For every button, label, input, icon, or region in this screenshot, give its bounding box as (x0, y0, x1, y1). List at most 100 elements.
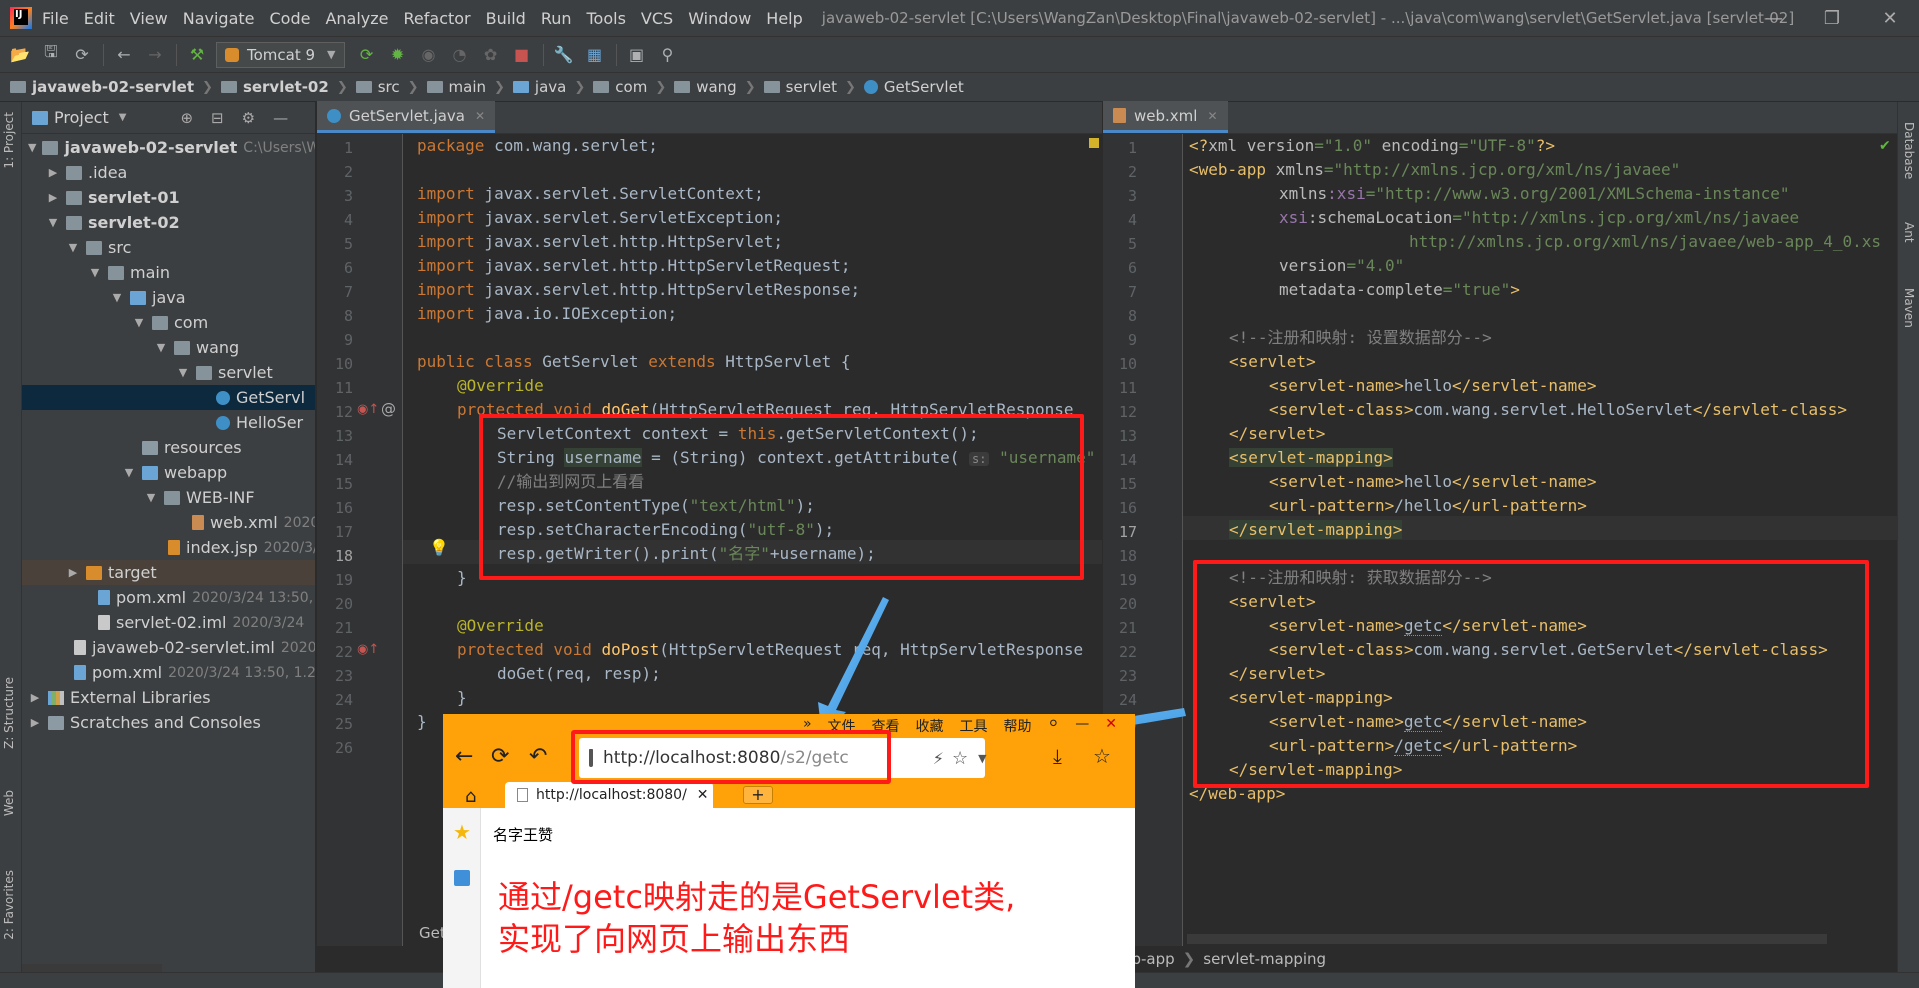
wrench-settings-icon[interactable]: 🔧 (552, 43, 576, 67)
tree-item[interactable]: pom.xml 2020/3/24 13:50, 1.22 (22, 660, 315, 685)
tab-database[interactable]: Database (1902, 122, 1916, 179)
horizontal-scrollbar[interactable] (1187, 934, 1827, 944)
xml-code-editor[interactable]: ✔ 1 2 3 4 5 6 7 8 9 10 11 12 13 14 15 16… (1103, 134, 1897, 946)
tree-item[interactable]: ▶ target (22, 560, 315, 585)
close-icon[interactable]: ✕ (1105, 716, 1117, 736)
collapse-all-icon[interactable]: ⊟ (211, 109, 224, 127)
menu-view[interactable]: View (130, 9, 168, 28)
project-title[interactable]: Project (54, 108, 109, 127)
breadcrumb-item[interactable]: servlet (763, 78, 837, 96)
attach-icon[interactable]: ✿ (479, 43, 503, 67)
gear-icon[interactable]: ⚙ (242, 109, 255, 127)
tree-item[interactable]: ▼ com (22, 310, 315, 335)
horizontal-scrollbar[interactable] (22, 964, 162, 972)
tab-structure[interactable]: Z: Structure (2, 677, 16, 749)
tree-item[interactable]: servlet-02.iml 2020/3/24 (22, 610, 315, 635)
menu-window[interactable]: Window (688, 9, 751, 28)
tree-item[interactable]: GetServl (22, 385, 315, 410)
tree-item[interactable]: resources (22, 435, 315, 460)
profile-icon[interactable]: ◔ (448, 43, 472, 67)
star-outline-icon[interactable]: ☆ (952, 748, 968, 769)
tree-item[interactable]: ▼ servlet (22, 360, 315, 385)
hide-minus-icon[interactable]: — (273, 109, 288, 127)
override-gutter-icon[interactable]: ◉↑ (357, 402, 379, 417)
menu-refactor[interactable]: Refactor (404, 9, 471, 28)
tree-item[interactable]: ▼ WEB-INF (22, 485, 315, 510)
chevron-down-icon[interactable]: ▼ (978, 752, 986, 765)
new-tab-button[interactable]: + (743, 786, 773, 804)
terminal-window-icon[interactable]: ▣ (625, 43, 649, 67)
lightning-icon[interactable]: ⚡ (933, 749, 944, 768)
tree-item[interactable]: ▼ servlet-02 (22, 210, 315, 235)
restore-button[interactable]: ❐ (1803, 0, 1861, 36)
tree-item[interactable]: ▶ Scratches and Consoles (22, 710, 315, 735)
forward-arrow-icon[interactable]: → (143, 43, 167, 67)
tree-item[interactable]: HelloSer (22, 410, 315, 435)
annotation-gutter-icon[interactable]: @ (381, 400, 396, 418)
debug-bug-icon[interactable]: ✹ (386, 43, 410, 67)
tree-item[interactable]: javaweb-02-servlet.iml2020/3 (22, 635, 315, 660)
override-gutter-icon[interactable]: ◉↑ (357, 642, 379, 657)
download-icon[interactable]: ⤓ (1053, 744, 1062, 768)
menu-edit[interactable]: Edit (84, 9, 115, 28)
breadcrumb-item[interactable]: main (426, 78, 486, 96)
breadcrumb-item[interactable]: com (593, 78, 647, 96)
tree-item[interactable]: ▼ wang (22, 335, 315, 360)
breadcrumb-item[interactable]: wang (674, 78, 737, 96)
tree-item[interactable]: ▼javaweb-02-servletC:\Users\Wa (22, 135, 315, 160)
tree-item[interactable]: ▼ webapp (22, 460, 315, 485)
sync-icon[interactable]: ⟳ (70, 43, 94, 67)
locate-target-icon[interactable]: ⊕ (180, 109, 193, 127)
close-icon[interactable]: ✕ (1207, 109, 1217, 123)
tree-item[interactable]: ▼ main (22, 260, 315, 285)
warning-marker-icon[interactable] (1089, 138, 1099, 148)
shirt-skin-icon[interactable]: ⚪ (1048, 716, 1060, 736)
coverage-icon[interactable]: ◉ (417, 43, 441, 67)
tab-web-xml[interactable]: web.xml ✕ (1103, 101, 1228, 133)
breadcrumb-item[interactable]: GetServlet (863, 78, 964, 96)
xml-crumb-item[interactable]: servlet-mapping (1203, 950, 1326, 968)
tree-item[interactable]: web.xml2020/ (22, 510, 315, 535)
browser-menu-tools[interactable]: 工具 (960, 716, 988, 736)
search-icon[interactable]: ⚲ (656, 43, 680, 67)
menu-run[interactable]: Run (541, 9, 572, 28)
minimize-button[interactable]: — (1745, 0, 1803, 36)
close-window-button[interactable]: ✕ (1861, 0, 1919, 36)
close-icon[interactable]: ✕ (475, 109, 485, 123)
browser-tab[interactable]: http://localhost:8080/ ✕ (505, 782, 713, 808)
breadcrumb-item[interactable]: src (355, 78, 400, 96)
tree-item[interactable]: index.jsp 2020/3/ (22, 535, 315, 560)
breadcrumb-item[interactable]: servlet-02 (220, 78, 329, 96)
tree-item[interactable]: ▶ servlet-01 (22, 185, 315, 210)
build-hammer-icon[interactable]: ⚒ (185, 43, 209, 67)
tab-maven[interactable]: Maven (1902, 288, 1916, 328)
menu-analyze[interactable]: Analyze (325, 9, 388, 28)
tree-item[interactable]: ▼ java (22, 285, 315, 310)
save-all-icon[interactable]: 🖫 (39, 42, 63, 67)
tree-item[interactable]: ▶ .idea (22, 160, 315, 185)
tab-ant[interactable]: Ant (1902, 222, 1916, 243)
rerun-icon[interactable]: ⟳ (355, 43, 379, 67)
back-arrow-icon[interactable]: ← (455, 744, 473, 769)
browser-menu-favorites[interactable]: 收藏 (916, 716, 944, 736)
tree-item[interactable]: pom.xml 2020/3/24 13:50, 2 (22, 585, 315, 610)
tab-web[interactable]: Web (2, 790, 16, 816)
tab-project[interactable]: 1: Project (2, 112, 16, 169)
menu-code[interactable]: Code (270, 9, 311, 28)
breadcrumb-item[interactable]: java (512, 78, 566, 96)
tree-item[interactable]: ▼ src (22, 235, 315, 260)
minimize-icon[interactable]: — (1075, 716, 1089, 736)
refresh-icon[interactable]: ⟳ (491, 744, 509, 769)
tree-item[interactable]: ▶ External Libraries (22, 685, 315, 710)
stop-icon[interactable]: ■ (510, 43, 534, 67)
undo-icon[interactable]: ↶ (529, 744, 547, 769)
menu-file[interactable]: File (42, 9, 69, 28)
menu-vcs[interactable]: VCS (641, 9, 673, 28)
browser-menu-help[interactable]: 帮助 (1004, 716, 1032, 736)
project-structure-icon[interactable]: ▦ (583, 43, 607, 67)
tab-getservlet-java[interactable]: GetServlet.java ✕ (317, 101, 496, 133)
star-icon[interactable]: ★ (453, 820, 471, 844)
favorites-star-icon[interactable]: ☆ (1093, 744, 1111, 768)
back-arrow-icon[interactable]: ← (112, 43, 136, 67)
open-folder-icon[interactable]: 📂 (8, 43, 32, 67)
